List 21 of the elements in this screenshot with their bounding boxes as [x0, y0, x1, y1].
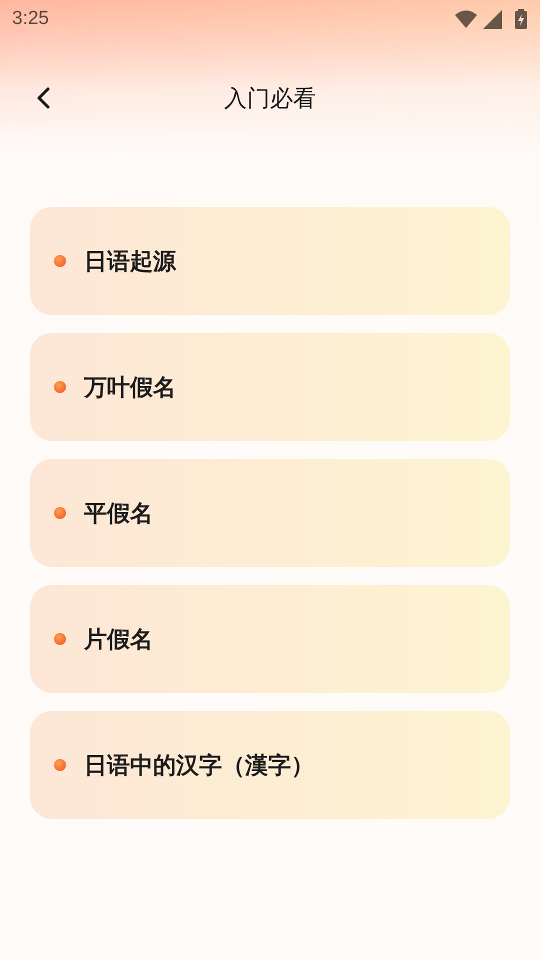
bullet-icon: [54, 507, 66, 519]
topic-label: 日语起源: [84, 248, 176, 276]
topic-card[interactable]: 万叶假名: [30, 333, 510, 441]
topic-card[interactable]: 片假名: [30, 585, 510, 693]
status-time: 3:25: [12, 8, 49, 30]
back-icon: [36, 87, 50, 109]
bullet-icon: [54, 381, 66, 393]
topic-label: 平假名: [84, 500, 153, 528]
topic-card[interactable]: 日语中的汉字（漢字）: [30, 711, 510, 819]
topic-label: 片假名: [84, 626, 153, 654]
topic-label: 日语中的汉字（漢字）: [84, 752, 314, 780]
topic-card[interactable]: 平假名: [30, 459, 510, 567]
wifi-icon: [455, 10, 477, 28]
bullet-icon: [54, 759, 66, 771]
topic-label: 万叶假名: [84, 374, 176, 402]
page-title: 入门必看: [224, 84, 316, 114]
bullet-icon: [54, 633, 66, 645]
bullet-icon: [54, 255, 66, 267]
topic-card[interactable]: 日语起源: [30, 207, 510, 315]
signal-icon: [483, 10, 502, 28]
battery-icon: [514, 9, 528, 29]
